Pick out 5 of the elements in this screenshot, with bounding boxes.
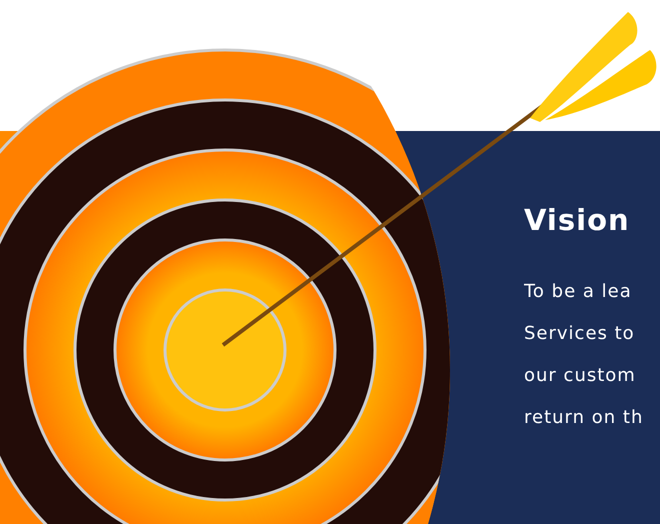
body-text-line: To be a lea [524, 280, 633, 304]
body-text-line: Services to [524, 322, 636, 346]
body-text-line: our custom [524, 364, 637, 388]
body-text-line: return on th [524, 406, 644, 430]
section-heading: Vision [524, 203, 631, 237]
